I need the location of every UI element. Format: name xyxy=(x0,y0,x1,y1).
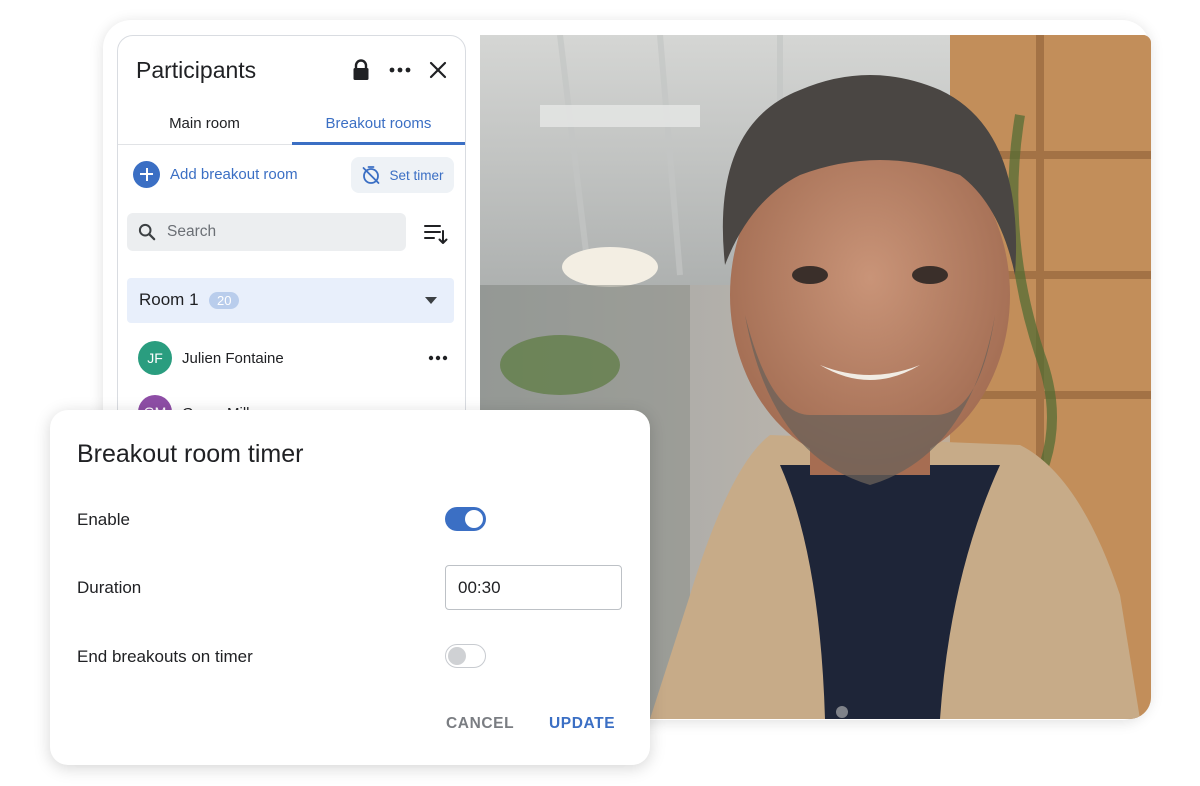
participants-panel: Participants Main room Breakout rooms Ad… xyxy=(117,35,466,457)
search-input[interactable] xyxy=(165,222,399,242)
enable-toggle[interactable] xyxy=(445,507,486,531)
enable-label: Enable xyxy=(77,510,130,529)
caret-down-icon[interactable] xyxy=(425,297,437,304)
search-icon xyxy=(138,223,156,241)
room-row[interactable]: Room 1 20 xyxy=(127,278,454,323)
close-icon[interactable] xyxy=(424,56,452,84)
more-horizontal-icon[interactable] xyxy=(428,355,448,361)
toggle-knob xyxy=(465,510,483,528)
panel-title: Participants xyxy=(136,57,257,83)
tab-main-room[interactable]: Main room xyxy=(118,102,291,144)
room-name: Room 1 xyxy=(139,290,199,309)
timer-off-icon xyxy=(363,166,380,184)
cancel-button[interactable]: CANCEL xyxy=(446,715,514,733)
more-horizontal-icon[interactable] xyxy=(386,56,414,84)
add-breakout-room-button[interactable]: Add breakout room xyxy=(133,160,298,188)
lock-icon[interactable] xyxy=(347,56,375,84)
add-breakout-room-label: Add breakout room xyxy=(170,165,298,183)
active-tab-indicator xyxy=(292,142,465,145)
toggle-knob xyxy=(448,647,466,665)
add-circle-icon xyxy=(133,160,160,188)
set-timer-button[interactable]: Set timer xyxy=(351,157,454,193)
duration-input[interactable] xyxy=(445,565,622,610)
participant-name: Julien Fontaine xyxy=(182,350,284,367)
set-timer-label: Set timer xyxy=(389,167,444,183)
search-box xyxy=(127,213,406,251)
dialog-title: Breakout room timer xyxy=(77,440,304,468)
sort-icon[interactable] xyxy=(424,223,448,245)
room-count-badge: 20 xyxy=(209,292,240,309)
update-button[interactable]: UPDATE xyxy=(549,715,615,733)
breakout-timer-dialog: Breakout room timer Enable Duration End … xyxy=(50,410,650,765)
end-breakouts-toggle[interactable] xyxy=(445,644,486,668)
tab-breakout-rooms[interactable]: Breakout rooms xyxy=(292,102,465,144)
participant-row[interactable]: JF Julien Fontaine xyxy=(118,334,465,382)
room-tabs: Main room Breakout rooms xyxy=(118,102,465,145)
avatar: JF xyxy=(138,341,172,375)
end-breakouts-label: End breakouts on timer xyxy=(77,647,253,666)
duration-label: Duration xyxy=(77,578,142,597)
